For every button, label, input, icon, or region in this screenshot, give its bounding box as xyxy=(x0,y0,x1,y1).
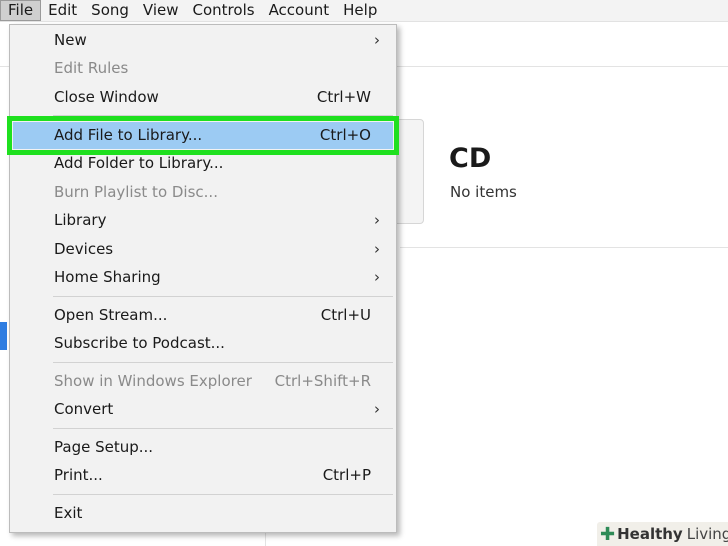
chevron-right-icon: › xyxy=(374,211,380,229)
menu-item-label: Add File to Library... xyxy=(54,126,203,144)
menu-item-label: New xyxy=(54,31,87,49)
watermark-word1: Healthy xyxy=(617,525,683,543)
plus-icon: ✚ xyxy=(600,523,616,545)
menu-item-label: Convert xyxy=(54,400,114,418)
shortcut-label: Ctrl+O xyxy=(319,126,371,144)
menu-item-close-window[interactable]: Close Window Ctrl+W xyxy=(13,84,393,111)
menu-bar: File Edit Song View Controls Account Hel… xyxy=(0,0,728,22)
menu-item-library[interactable]: Library › xyxy=(13,207,393,234)
menu-item-label: Page Setup... xyxy=(54,438,154,456)
menu-item-label: Close Window xyxy=(54,88,159,106)
menu-item-label: Open Stream... xyxy=(54,306,168,324)
menu-item-open-stream[interactable]: Open Stream... Ctrl+U xyxy=(13,302,393,329)
menu-help[interactable]: Help xyxy=(336,0,384,21)
menu-account[interactable]: Account xyxy=(262,0,337,21)
menu-separator xyxy=(53,494,393,495)
shortcut-label: Ctrl+U xyxy=(320,306,371,324)
menu-edit[interactable]: Edit xyxy=(41,0,84,21)
healthy-living-watermark: ✚ Healthy Living xyxy=(597,522,728,546)
menu-item-edit-rules: Edit Rules xyxy=(13,55,393,82)
menu-controls[interactable]: Controls xyxy=(186,0,262,21)
file-menu-dropdown: New › Edit Rules Close Window Ctrl+W Add… xyxy=(7,24,399,533)
menu-item-label: Edit Rules xyxy=(54,59,129,77)
menu-item-label: Add Folder to Library... xyxy=(54,154,224,172)
menu-item-show-in-explorer: Show in Windows Explorer Ctrl+Shift+R xyxy=(13,368,393,395)
chevron-right-icon: › xyxy=(374,400,380,418)
menu-item-page-setup[interactable]: Page Setup... xyxy=(13,434,393,461)
menu-item-add-file-to-library[interactable]: Add File to Library... Ctrl+O xyxy=(7,116,399,155)
menu-item-label: Home Sharing xyxy=(54,268,161,286)
shortcut-label: Ctrl+W xyxy=(316,88,371,106)
menu-item-label: Library xyxy=(54,211,107,229)
menu-separator xyxy=(53,296,393,297)
sidebar-selection-indicator[interactable] xyxy=(0,322,7,350)
menu-item-label: Burn Playlist to Disc... xyxy=(54,183,218,201)
menu-separator xyxy=(53,362,393,363)
menu-item-devices[interactable]: Devices › xyxy=(13,236,393,263)
menu-item-add-folder-to-library[interactable]: Add Folder to Library... xyxy=(13,150,393,177)
menu-song[interactable]: Song xyxy=(84,0,136,21)
menu-separator xyxy=(53,428,393,429)
menu-item-home-sharing[interactable]: Home Sharing › xyxy=(13,264,393,291)
shortcut-label: Ctrl+Shift+R xyxy=(274,372,371,390)
menu-view[interactable]: View xyxy=(136,0,186,21)
watermark-word2: Living xyxy=(686,525,728,543)
menu-item-label: Print... xyxy=(54,466,103,484)
menu-item-label: Subscribe to Podcast... xyxy=(54,334,225,352)
shortcut-label: Ctrl+P xyxy=(322,466,371,484)
menu-item-subscribe-podcast[interactable]: Subscribe to Podcast... xyxy=(13,330,393,357)
menu-item-print[interactable]: Print... Ctrl+P xyxy=(13,462,393,489)
cd-item-count: No items xyxy=(450,183,517,201)
menu-item-label: Devices xyxy=(54,240,114,258)
chevron-right-icon: › xyxy=(374,240,380,258)
menu-item-convert[interactable]: Convert › xyxy=(13,396,393,423)
menu-item-exit[interactable]: Exit xyxy=(13,500,393,527)
menu-item-label: Exit xyxy=(54,504,83,522)
menu-item-burn-playlist: Burn Playlist to Disc... xyxy=(13,179,393,206)
divider xyxy=(400,247,728,248)
chevron-right-icon: › xyxy=(374,31,380,49)
cd-title: CD xyxy=(449,143,492,174)
menu-separator xyxy=(53,115,393,116)
menu-item-new[interactable]: New › xyxy=(13,27,393,54)
menu-item-label: Show in Windows Explorer xyxy=(54,372,252,390)
menu-file[interactable]: File xyxy=(0,0,42,21)
chevron-right-icon: › xyxy=(374,268,380,286)
